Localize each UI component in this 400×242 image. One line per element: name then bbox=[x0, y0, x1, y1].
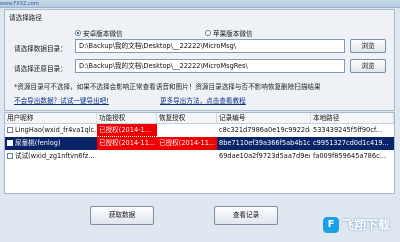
data-dir-label: 请选择数据目录： bbox=[14, 45, 67, 53]
bottom-bar: 获取数据 查看记录 F 飞翔下载 bbox=[0, 196, 400, 242]
row-func-auth: 已授权(2014-1... bbox=[97, 124, 157, 137]
browse-restore-button[interactable]: 浏览 bbox=[350, 59, 386, 73]
row-nickname: LingHao(wxid_fr4va1qlc... bbox=[15, 126, 97, 134]
row-checkbox[interactable] bbox=[7, 153, 13, 159]
col-nickname[interactable]: 用户昵称 bbox=[5, 113, 97, 123]
row-func-auth: 已授权(2014-11... bbox=[97, 137, 157, 150]
row-path: fa009f859645a786c... bbox=[313, 152, 386, 160]
watermark-logo: F 飞翔下载 bbox=[322, 216, 390, 233]
more-methods-link[interactable]: 更多导出方法，点击查看教程 bbox=[160, 95, 246, 105]
browse-data-button[interactable]: 浏览 bbox=[350, 39, 386, 53]
col-record[interactable]: 记录编号 bbox=[217, 113, 311, 123]
watermark-text: 飞翔下载 bbox=[341, 218, 390, 232]
row-restore-auth: 已授权(2014-11... bbox=[157, 137, 217, 150]
table-row[interactable]: LingHao(wxid_fr4va1qlc... 已授权(2014-1... … bbox=[5, 124, 394, 137]
col-path[interactable]: 本地路径 bbox=[311, 113, 394, 123]
row-record: 8be7110ef39a366f5ab4b1c86b... bbox=[219, 139, 311, 147]
fetch-data-button[interactable]: 获取数据 bbox=[90, 206, 154, 225]
radio-android-label: 安卓版本微信 bbox=[83, 30, 123, 38]
radio-android[interactable]: 安卓版本微信 bbox=[75, 28, 123, 38]
col-func-auth[interactable]: 功能授权 bbox=[97, 113, 157, 123]
resource-note: *资源目录可不选择，如果不选择会影响正常查看语音和图片！资源目录选择与否不影响恢… bbox=[14, 83, 321, 91]
one-click-export-link[interactable]: 不会导出数据？试试一键导出吧! bbox=[14, 95, 109, 105]
table-header: 用户昵称 功能授权 恢复授权 记录编号 本地路径 bbox=[5, 113, 394, 124]
group-title: 请选择路径 bbox=[9, 14, 42, 22]
title-bar: www.FXXZ.com bbox=[0, 0, 400, 8]
row-func-auth bbox=[97, 150, 157, 163]
radio-ios-indicator[interactable] bbox=[205, 30, 211, 36]
row-checkbox[interactable] bbox=[7, 127, 13, 133]
table-row[interactable]: 尿童桃(fenlog) 已授权(2014-11... 已授权(2014-11..… bbox=[5, 136, 394, 151]
row-restore-auth bbox=[157, 124, 217, 137]
radio-ios[interactable]: 苹果版本微信 bbox=[205, 28, 253, 38]
row-restore-auth bbox=[157, 150, 217, 163]
table-row[interactable]: 试试(wxid_zg1nftvn6fz... 69dae10a2f9723d5a… bbox=[5, 150, 394, 163]
row-record: c8c321d7986a0e19c9922da70... bbox=[219, 126, 310, 134]
restore-dir-label: 请选择还原目录： bbox=[14, 65, 67, 73]
view-records-button[interactable]: 查看记录 bbox=[214, 206, 278, 225]
col-restore-auth[interactable]: 恢复授权 bbox=[157, 113, 217, 123]
top-watermark: www.FXXZ.com bbox=[0, 1, 39, 7]
row-record: 69dae10a2f9723d5aa7d9eccc7... bbox=[219, 152, 310, 160]
radio-ios-label: 苹果版本微信 bbox=[213, 30, 253, 38]
watermark-badge-icon: F bbox=[322, 216, 339, 233]
row-path: c9951327cd0d1c419... bbox=[313, 139, 389, 147]
row-nickname: 试试(wxid_zg1nftvn6fz... bbox=[15, 152, 95, 160]
user-table: 用户昵称 功能授权 恢复授权 记录编号 本地路径 LingHao(wxid_fr… bbox=[4, 112, 395, 194]
path-group: 请选择路径 安卓版本微信 苹果版本微信 请选择数据目录： D:\Backup\我… bbox=[4, 9, 395, 111]
row-nickname: 尿童桃(fenlog) bbox=[15, 139, 61, 147]
restore-dir-input[interactable]: D:\Backup\我的文档\Desktop\__22222\MicroMsgR… bbox=[75, 59, 345, 73]
data-dir-input[interactable]: D:\Backup\我的文档\Desktop\__22222\MicroMsg\ bbox=[75, 39, 345, 53]
row-path: 533439245f5ff90cf... bbox=[313, 126, 382, 134]
row-checkbox[interactable] bbox=[7, 140, 13, 146]
radio-android-indicator[interactable] bbox=[75, 30, 81, 36]
